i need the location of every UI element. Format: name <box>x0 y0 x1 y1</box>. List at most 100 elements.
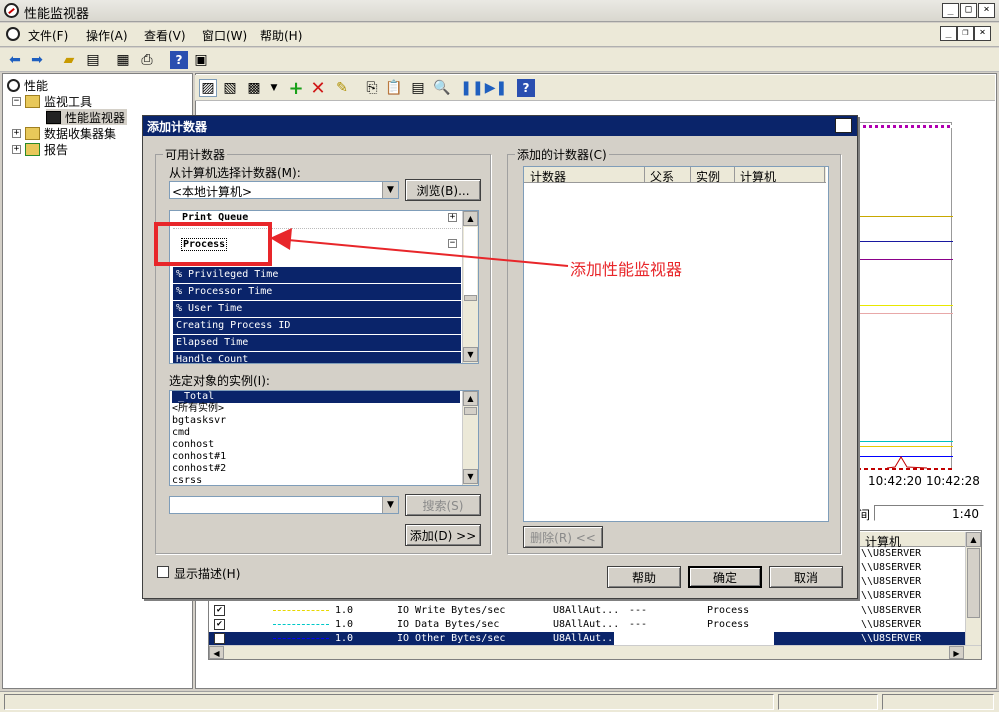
table-row[interactable]: ✔ 1.0 IO Other Bytes/sec U8AllAut... --- Proc… <box>209 632 969 646</box>
scroll-left-arrow[interactable]: ◀ <box>209 646 224 659</box>
update-data-icon[interactable]: ▶❚ <box>485 79 508 97</box>
up-folder-icon[interactable]: ▰ <box>60 51 78 69</box>
dialog-close-button[interactable]: × <box>835 118 852 133</box>
menu-bar: 文件(F) 操作(A) 查看(V) 窗口(W) 帮助(H) _ ❐ × <box>0 23 999 47</box>
help-button[interactable]: 帮助 <box>607 566 681 588</box>
scroll-up-arrow[interactable]: ▲ <box>966 532 981 547</box>
change-graph-type-icon[interactable]: ▩ <box>245 79 263 97</box>
instance-list-item[interactable]: conhost <box>172 439 214 451</box>
properties-icon[interactable]: ▦ <box>114 51 132 69</box>
tree-item-performance[interactable]: 性能 <box>7 77 48 93</box>
browse-button[interactable]: 浏览(B)... <box>405 179 481 201</box>
cancel-button[interactable]: 取消 <box>769 566 843 588</box>
column-header-counter[interactable]: 计数器 <box>530 168 566 185</box>
search-combo[interactable]: ▼ <box>169 496 399 514</box>
scroll-down-arrow[interactable]: ▼ <box>463 347 478 362</box>
menu-file[interactable]: 文件(F) <box>28 27 68 44</box>
instance-list-item[interactable]: cmd <box>172 427 190 439</box>
expand-icon[interactable]: + <box>12 128 21 138</box>
show-counter-checkbox[interactable]: ✔ <box>214 633 225 644</box>
freeze-display-icon[interactable]: ❚❚ <box>460 79 483 97</box>
counter-list-item[interactable]: Handle Count <box>173 352 461 363</box>
doc-close-button[interactable]: × <box>974 26 991 41</box>
counter-cell: IO Write Bytes/sec <box>397 605 506 616</box>
table-row[interactable]: ✔ 1.0 IO Data Bytes/sec U8AllAut... --- Proce… <box>209 618 969 632</box>
paste-counter-list-icon[interactable]: 📋 <box>385 79 403 97</box>
instance-list-item[interactable]: bgtasksvr <box>172 415 226 427</box>
menu-window[interactable]: 窗口(W) <box>202 27 247 44</box>
print-icon[interactable]: ⎙ <box>138 51 156 69</box>
instance-list: _Total <所有实例> bgtasksvr cmd conhost conhost#1… <box>169 390 479 486</box>
annotation-arrow <box>270 228 569 267</box>
minimize-button[interactable]: _ <box>942 3 959 18</box>
tree-item-performance-monitor[interactable]: 性能监视器 <box>46 109 128 125</box>
chevron-down-icon[interactable]: ▼ <box>382 182 398 198</box>
column-header-parent[interactable]: 父系 <box>650 168 674 185</box>
scrollbar-thumb[interactable] <box>464 407 477 415</box>
tree-label: 监视工具 <box>44 94 93 109</box>
table-horizontal-scrollbar[interactable]: ◀ ▶ <box>209 645 981 659</box>
menu-view[interactable]: 查看(V) <box>144 27 186 44</box>
search-button[interactable]: 搜索(S) <box>405 494 481 516</box>
mmc-pane-icon[interactable]: ▣ <box>192 51 210 69</box>
menu-help[interactable]: 帮助(H) <box>260 27 302 44</box>
add-counter-icon[interactable]: + <box>287 78 305 99</box>
counter-cell: IO Data Bytes/sec <box>397 619 500 630</box>
properties-page-icon[interactable]: ▤ <box>409 79 427 97</box>
doc-restore-button[interactable]: ❐ <box>957 26 974 41</box>
computer-select[interactable]: <本地计算机> ▼ <box>169 181 399 199</box>
remove-button[interactable]: 删除(R) << <box>523 526 603 548</box>
instance-cell: U8AllAut... <box>553 619 620 630</box>
instance-list-item[interactable]: conhost#2 <box>172 463 226 475</box>
chevron-down-icon[interactable]: ▼ <box>382 497 398 513</box>
back-arrow-icon[interactable]: ⬅ <box>6 51 24 69</box>
instance-list-item[interactable]: <所有实例> <box>172 403 224 415</box>
counter-list-item[interactable]: % User Time <box>173 301 461 317</box>
instance-list-item[interactable]: csrss <box>172 475 202 485</box>
table-row[interactable]: ✔ 1.0 IO Write Bytes/sec U8AllAut... --- Proc… <box>209 604 969 618</box>
maximize-button[interactable]: □ <box>960 3 977 18</box>
view-current-activity-icon[interactable]: ▧ <box>221 79 239 97</box>
ok-button[interactable]: 确定 <box>688 566 762 588</box>
chevron-down-icon[interactable]: ▼ <box>265 79 283 97</box>
tree-item-data-collector-sets[interactable]: + 数据收集器集 <box>12 125 116 141</box>
show-tree-icon[interactable]: ▤ <box>84 51 102 69</box>
highlight-icon[interactable]: ✎ <box>333 79 351 97</box>
menu-action[interactable]: 操作(A) <box>86 27 128 44</box>
show-description-checkbox[interactable] <box>157 566 169 578</box>
table-vertical-scrollbar[interactable]: ▲ <box>965 532 981 648</box>
expand-icon[interactable]: + <box>448 213 457 222</box>
scroll-up-arrow[interactable]: ▲ <box>463 391 478 406</box>
add-button[interactable]: 添加(D) >> <box>405 524 481 546</box>
scrollbar-thumb[interactable] <box>464 295 477 301</box>
counter-list-item[interactable]: Elapsed Time <box>173 335 461 351</box>
show-counter-checkbox[interactable]: ✔ <box>214 605 225 616</box>
help-icon[interactable]: ? <box>170 51 188 69</box>
scrollbar-thumb[interactable] <box>967 548 980 618</box>
show-counter-checkbox[interactable]: ✔ <box>214 619 225 630</box>
instance-list-scrollbar[interactable]: ▲ ▼ <box>462 391 478 485</box>
doc-minimize-button[interactable]: _ <box>940 26 957 41</box>
document-menu-icon[interactable] <box>6 27 20 41</box>
delete-counter-icon[interactable]: ✕ <box>309 78 327 99</box>
expand-icon[interactable]: + <box>12 144 21 154</box>
scroll-up-arrow[interactable]: ▲ <box>463 211 478 226</box>
column-header-instance[interactable]: 实例 <box>696 168 720 185</box>
instance-list-item[interactable]: _Total <box>172 391 460 403</box>
scroll-right-arrow[interactable]: ▶ <box>949 646 964 659</box>
collapse-icon[interactable]: − <box>12 96 21 106</box>
column-header-computer[interactable]: 计算机 <box>740 168 776 185</box>
tree-item-reports[interactable]: + 报告 <box>12 141 68 157</box>
counter-list-item[interactable]: Creating Process ID <box>173 318 461 334</box>
close-button[interactable]: × <box>978 3 995 18</box>
scroll-down-arrow[interactable]: ▼ <box>463 469 478 484</box>
help-icon[interactable]: ? <box>517 79 535 97</box>
column-header-computer[interactable]: 计算机 <box>859 532 981 549</box>
instance-list-item[interactable]: conhost#1 <box>172 451 226 463</box>
tree-item-monitoring-tools[interactable]: − 监视工具 <box>12 93 92 109</box>
view-graph-icon[interactable]: ▨ <box>199 79 217 97</box>
counter-list-item[interactable]: % Processor Time <box>173 284 461 300</box>
forward-arrow-icon[interactable]: ➡ <box>28 51 46 69</box>
copy-properties-icon[interactable]: ⎘ <box>363 79 381 97</box>
zoom-icon[interactable]: 🔍 <box>433 79 451 97</box>
